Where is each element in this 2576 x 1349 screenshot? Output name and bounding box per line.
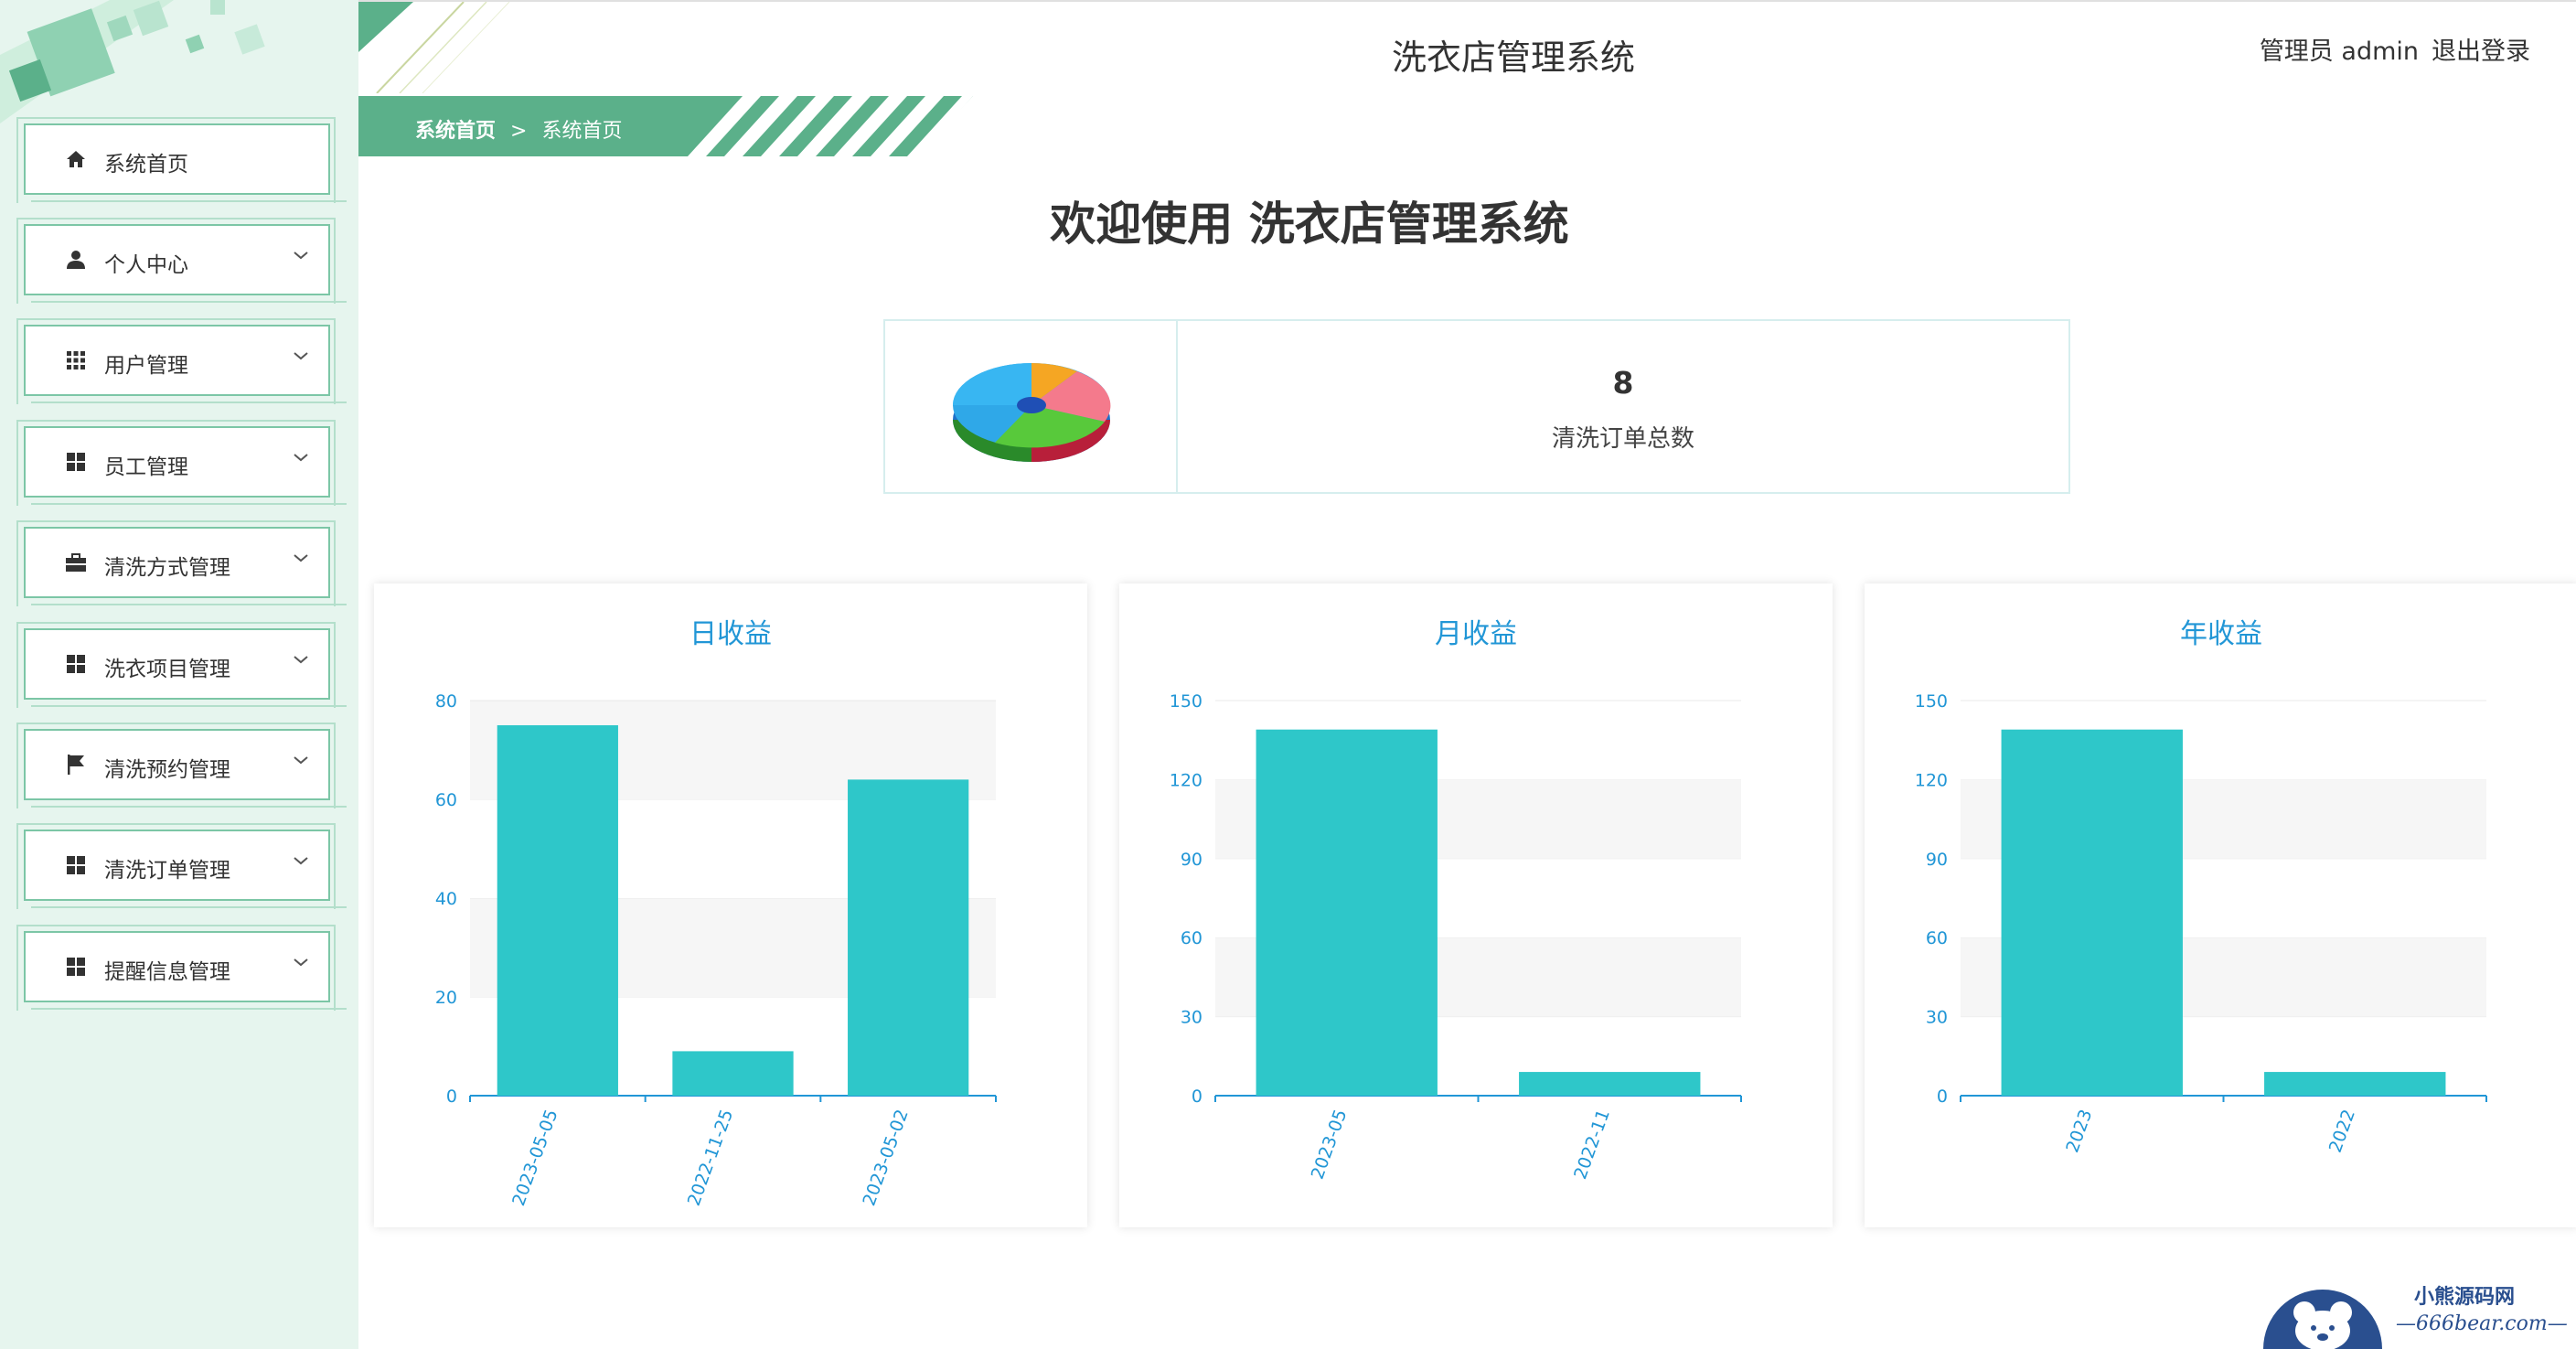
apps-icon [64,853,88,877]
y-tick-label: 120 [1915,770,1948,790]
breadcrumb-root[interactable]: 系统首页 [415,120,496,143]
sidebar-item-wash-method-management[interactable]: 清洗方式管理 [16,520,347,606]
bear-logo-icon [2263,1290,2382,1349]
y-tick-label: 60 [435,790,457,810]
chevron-down-icon [294,252,308,260]
apps-icon [64,652,88,676]
watermark: 小熊源码网 —666bear.com— [2259,1262,2570,1349]
grid-icon [64,348,88,372]
briefcase-icon [64,551,88,574]
chevron-down-icon [294,958,308,967]
y-tick-label: 0 [1937,1087,1948,1107]
x-tick-label: 2022-11 [1570,1107,1614,1182]
breadcrumb-separator: > [510,120,528,143]
sidebar-item-label: 个人中心 [104,253,188,277]
chevron-down-icon [294,857,308,865]
y-tick-label: 150 [1170,691,1202,712]
flag-icon [64,753,88,776]
sidebar-item-label: 清洗预约管理 [104,758,230,782]
y-tick-label: 40 [435,889,457,909]
y-tick-label: 80 [435,691,457,712]
sidebar-item-order-management[interactable]: 清洗订单管理 [16,823,347,909]
y-tick-label: 20 [435,988,457,1008]
x-tick-label: 2022-11-25 [684,1107,737,1208]
bar [672,1051,794,1096]
y-tick-label: 90 [1181,850,1202,870]
sidebar-item-label: 系统首页 [104,153,188,177]
monthly-revenue-card: 月收益 0 30 60 90 120 150 2023-05 2022-11 [1119,583,1833,1227]
sidebar-item-label: 员工管理 [104,455,188,479]
bar [1256,729,1438,1096]
y-tick-label: 30 [1926,1008,1948,1028]
chevron-down-icon [294,756,308,765]
sidebar: 系统首页 个人中心 用户管理 员工管理 清洗方式管理 洗衣项目管理 清洗预约管理… [0,0,358,1349]
y-tick-label: 0 [446,1087,457,1107]
stat-icon-cell [885,321,1178,492]
y-tick-label: 150 [1915,691,1948,712]
bar [2264,1072,2446,1096]
y-tick-label: 90 [1926,850,1948,870]
sidebar-decoration [0,0,358,128]
sidebar-item-reservation-management[interactable]: 清洗预约管理 [16,723,347,808]
y-tick-label: 120 [1170,770,1202,790]
order-count-value: 8 [1612,365,1634,401]
header-decoration [358,2,510,93]
sidebar-item-personal-center[interactable]: 个人中心 [16,218,347,304]
y-tick-label: 60 [1181,928,1202,948]
sidebar-item-user-management[interactable]: 用户管理 [16,318,347,404]
watermark-title: 小熊源码网 [2414,1285,2516,1309]
sidebar-item-label: 清洗方式管理 [104,556,230,580]
x-tick-label: 2023-05 [1308,1107,1352,1182]
pie-chart-3d-icon [953,363,1111,462]
sidebar-item-label: 洗衣项目管理 [104,658,230,681]
chevron-down-icon [294,656,308,664]
y-tick-label: 60 [1926,928,1948,948]
breadcrumb-current: 系统首页 [541,120,623,143]
user-icon [64,248,88,272]
chevron-down-icon [294,554,308,562]
sidebar-item-label: 用户管理 [104,354,188,378]
apps-icon [64,450,88,474]
welcome-heading: 欢迎使用 洗衣店管理系统 [1050,198,1569,251]
x-tick-label: 2023-05-05 [508,1107,561,1208]
apps-icon [64,955,88,979]
order-count-card: 8 清洗订单总数 [883,319,2070,494]
x-tick-label: 2023-05-02 [859,1107,912,1208]
watermark-url: —666bear.com— [2396,1312,2568,1335]
yearly-revenue-card: 年收益 0 30 60 90 120 150 2023 2022 [1865,583,2576,1227]
x-tick-label: 2023 [2062,1107,2096,1155]
bar [848,779,969,1096]
x-tick-label: 2022 [2325,1107,2359,1155]
y-tick-label: 0 [1192,1087,1202,1107]
top-header: 洗衣店管理系统 管理员 admin 退出登录 [358,0,2576,93]
chevron-down-icon [294,454,308,462]
order-count-label: 清洗订单总数 [1551,425,1694,453]
sidebar-item-home[interactable]: 系统首页 [16,117,347,203]
sidebar-item-laundry-item-management[interactable]: 洗衣项目管理 [16,622,347,708]
breadcrumb-text: 系统首页 > 系统首页 [415,114,622,144]
bar [1519,1072,1701,1096]
chevron-down-icon [294,352,308,360]
app-title: 洗衣店管理系统 [1392,37,1636,78]
y-tick-label: 30 [1181,1008,1202,1028]
user-area: 管理员 admin 退出登录 [2247,31,2530,67]
logout-link[interactable]: 退出登录 [2432,37,2530,66]
monthly-revenue-chart: 0 30 60 90 120 150 2023-05 2022-11 [1170,691,1742,1182]
bar [497,725,618,1096]
admin-user-label: 管理员 admin [2259,37,2419,66]
sidebar-item-reminder-management[interactable]: 提醒信息管理 [16,925,347,1011]
daily-revenue-card: 日收益 0 20 40 60 80 2023-05-05 2022-11-25 2023-05… [374,583,1087,1227]
breadcrumb: 系统首页 > 系统首页 [358,96,973,156]
bar [2001,729,2183,1096]
sidebar-item-label: 提醒信息管理 [104,960,230,984]
sidebar-item-staff-management[interactable]: 员工管理 [16,420,347,506]
daily-revenue-chart: 0 20 40 60 80 2023-05-05 2022-11-25 2023-05-02 [435,691,997,1208]
yearly-revenue-chart: 0 30 60 90 120 150 2023 2022 [1915,691,2487,1155]
home-icon [64,147,88,171]
sidebar-item-label: 清洗订单管理 [104,859,230,883]
